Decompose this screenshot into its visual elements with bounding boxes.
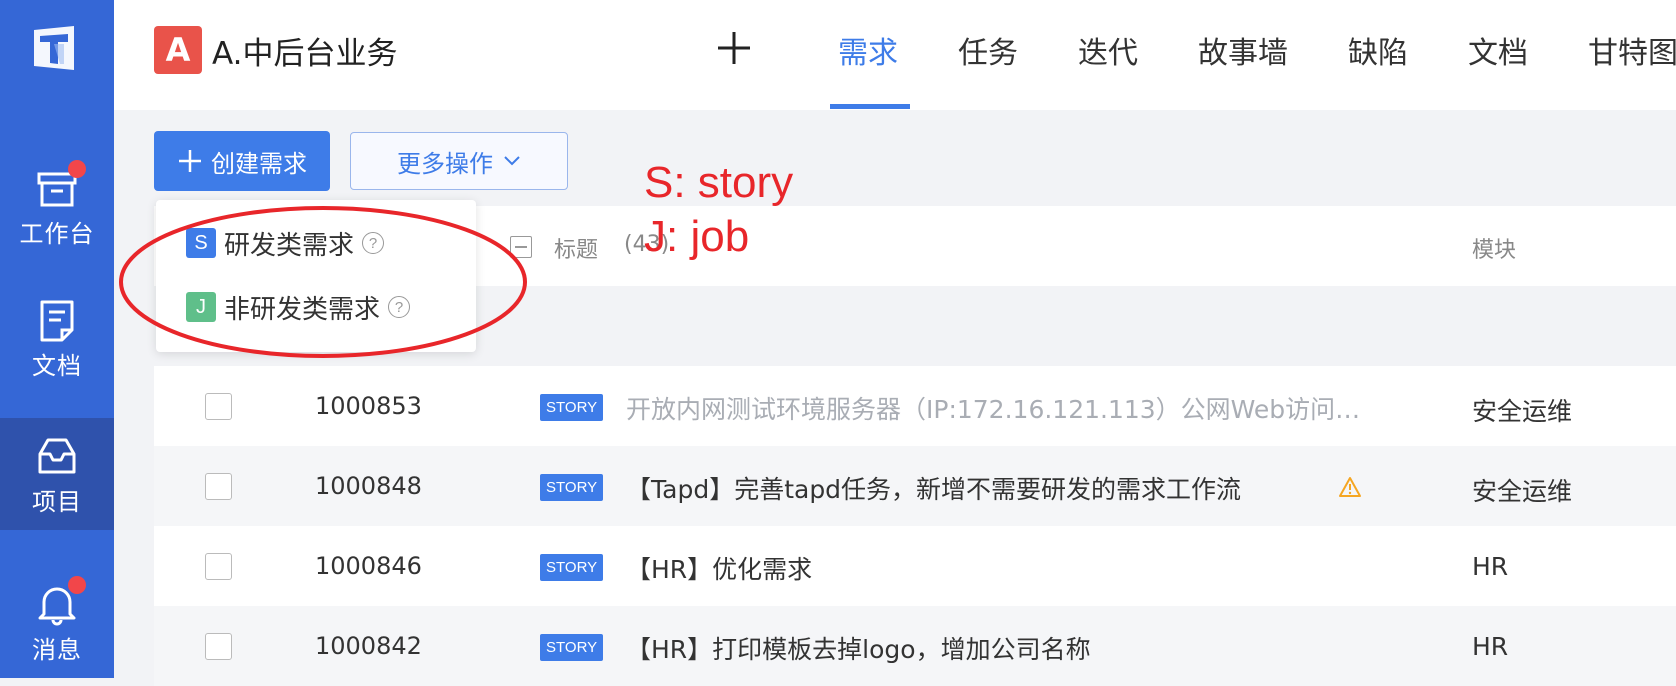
story-id[interactable]: 1000846 [315, 552, 422, 580]
project-avatar[interactable]: A [154, 26, 202, 74]
story-type-tag: STORY [540, 554, 604, 581]
annotation-job-note: J: job [644, 212, 750, 261]
story-title[interactable]: 【HR】打印模板去掉logo，增加公司名称 [626, 630, 1091, 666]
row-checkbox[interactable] [205, 553, 232, 580]
story-title[interactable]: 开放内网测试环境服务器（IP:172.16.121.113）公网Web访问… [626, 390, 1360, 426]
story-type-tag: STORY [540, 394, 604, 421]
warning-icon [1339, 477, 1361, 497]
story-id[interactable]: 1000853 [315, 392, 422, 420]
document-icon [34, 296, 80, 344]
story-module: HR [1472, 552, 1509, 581]
row-checkbox[interactable] [205, 393, 232, 420]
create-story-button[interactable]: 创建需求 [154, 131, 330, 191]
add-icon[interactable] [714, 28, 754, 68]
tab-story-wall[interactable]: 故事墙 [1198, 28, 1288, 72]
column-title[interactable]: 标题 [554, 232, 598, 264]
sidebar-item-workbench[interactable]: 工作台 [0, 150, 114, 258]
sidebar-item-label: 文档 [32, 352, 82, 380]
sidebar-item-projects[interactable]: 项目 [0, 418, 114, 530]
sidebar-item-label: 工作台 [19, 220, 95, 248]
more-actions-label: 更多操作 [397, 149, 493, 178]
story-type-tag: STORY [540, 634, 604, 661]
story-module: 安全运维 [1472, 397, 1573, 426]
sidebar-item-label: 项目 [32, 488, 82, 516]
sidebar-item-docs[interactable]: 文档 [0, 282, 114, 390]
bell-icon [34, 576, 86, 628]
tab-stories[interactable]: 需求 [838, 28, 898, 72]
tab-bugs[interactable]: 缺陷 [1348, 28, 1408, 72]
tab-docs[interactable]: 文档 [1468, 28, 1528, 72]
top-header: A A.中后台业务 需求 任务 迭代 故事墙 缺陷 文档 甘特图 [114, 0, 1676, 110]
row-checkbox[interactable] [205, 473, 232, 500]
app-logo[interactable] [30, 24, 78, 74]
story-id[interactable]: 1000842 [315, 632, 422, 660]
notification-dot [68, 160, 86, 178]
active-tab-indicator [830, 104, 910, 109]
story-module: HR [1472, 632, 1509, 661]
story-title[interactable]: 【Tapd】完善tapd任务，新增不需要研发的需求工作流 [626, 470, 1241, 506]
sidebar: 工作台 文档 项目 消息 [0, 0, 114, 678]
more-actions-button[interactable]: 更多操作 [350, 132, 568, 190]
plus-icon [179, 150, 201, 172]
tab-gantt[interactable]: 甘特图 [1588, 28, 1676, 72]
column-module[interactable]: 模块 [1472, 232, 1516, 264]
annotation-ellipse [119, 206, 527, 358]
notification-dot [68, 576, 86, 594]
story-module: 安全运维 [1472, 477, 1573, 506]
table-row[interactable]: 1000846 STORY 【HR】优化需求 HR [154, 526, 1676, 606]
archive-icon [34, 160, 86, 212]
sidebar-item-messages[interactable]: 消息 [0, 566, 114, 674]
tab-tasks[interactable]: 任务 [958, 28, 1018, 72]
inbox-icon [34, 432, 80, 480]
story-title[interactable]: 【HR】优化需求 [626, 550, 812, 586]
project-name[interactable]: A.中后台业务 [212, 28, 398, 73]
table-row[interactable]: 1000842 STORY 【HR】打印模板去掉logo，增加公司名称 HR [154, 606, 1676, 686]
table-row[interactable]: 1000848 STORY 【Tapd】完善tapd任务，新增不需要研发的需求工… [154, 446, 1676, 526]
annotation-story-note: S: story [644, 158, 794, 207]
row-checkbox[interactable] [205, 633, 232, 660]
story-type-tag: STORY [540, 474, 604, 501]
create-story-label: 创建需求 [211, 149, 307, 178]
chevron-down-icon [504, 156, 520, 166]
sidebar-item-label: 消息 [32, 636, 82, 664]
story-id[interactable]: 1000848 [315, 472, 422, 500]
tab-iterations[interactable]: 迭代 [1078, 28, 1138, 72]
table-row[interactable]: 1000853 STORY 开放内网测试环境服务器（IP:172.16.121.… [154, 366, 1676, 446]
